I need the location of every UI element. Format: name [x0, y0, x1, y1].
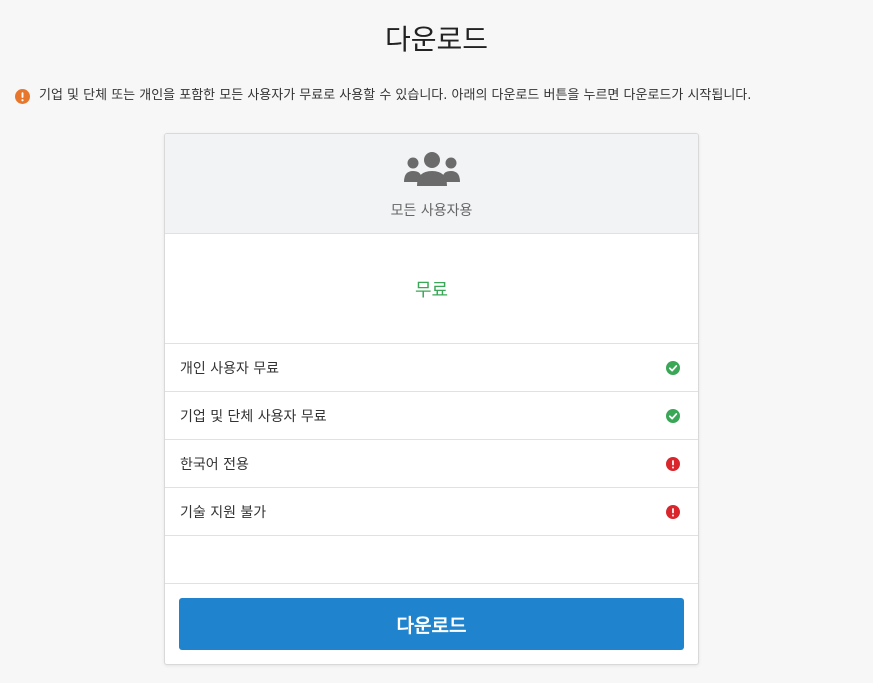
exclamation-icon	[666, 456, 680, 471]
empty-row	[165, 536, 698, 584]
notice-message: 기업 및 단체 또는 개인을 포함한 모든 사용자가 무료로 사용할 수 있습니…	[15, 87, 865, 105]
plan-header: 모든 사용자용	[165, 134, 698, 234]
price-row: 무료	[165, 234, 698, 344]
check-icon	[666, 360, 680, 375]
users-icon	[403, 152, 460, 186]
exclamation-icon	[666, 504, 680, 519]
feature-label: 기술 지원 불가	[180, 504, 267, 521]
plan-price: 무료	[414, 279, 449, 301]
feature-label: 한국어 전용	[180, 456, 249, 473]
download-area: 다운로드	[165, 584, 698, 650]
plan-name: 모든 사용자용	[390, 203, 473, 219]
page-title: 다운로드	[384, 23, 489, 56]
feature-label: 기업 및 단체 사용자 무료	[180, 408, 327, 425]
check-icon	[666, 408, 680, 423]
download-button[interactable]: 다운로드	[179, 598, 684, 650]
feature-row: 개인 사용자 무료	[165, 344, 698, 392]
warning-icon	[15, 88, 30, 104]
notice-text: 기업 및 단체 또는 개인을 포함한 모든 사용자가 무료로 사용할 수 있습니…	[39, 88, 752, 103]
feature-row: 한국어 전용	[165, 440, 698, 488]
feature-row: 기술 지원 불가	[165, 488, 698, 536]
plan-card: 모든 사용자용 무료 개인 사용자 무료 기업 및 단체 사용자 무료 한국어 …	[164, 133, 699, 665]
feature-label: 개인 사용자 무료	[180, 360, 280, 377]
feature-row: 기업 및 단체 사용자 무료	[165, 392, 698, 440]
